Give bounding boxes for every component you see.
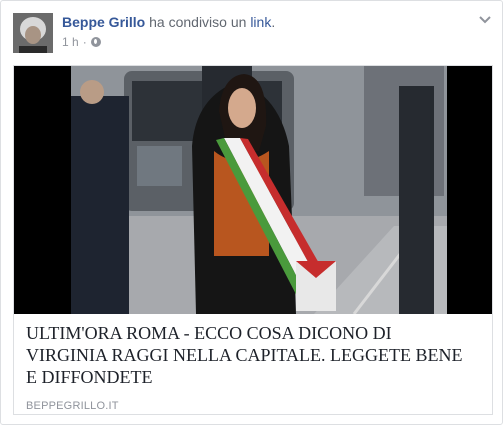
link-title[interactable]: ULTIM'ORA ROMA - ECCO COSA DICONO DI VIR… [26,322,466,388]
shared-link-text[interactable]: link [250,14,271,30]
globe-icon[interactable] [90,37,101,47]
link-preview[interactable]: ULTIM'ORA ROMA - ECCO COSA DICONO DI VIR… [13,65,493,415]
meta-separator: · [82,35,87,49]
avatar[interactable] [13,13,53,53]
feed-post: Beppe Grillo ha condiviso un link. 1 h · [0,0,503,425]
post-time[interactable]: 1 h [62,35,79,49]
post-header: Beppe Grillo ha condiviso un link. [62,14,275,30]
link-domain: BEPPEGRILLO.IT [26,400,119,412]
chevron-down-icon[interactable] [478,15,492,25]
link-preview-image[interactable] [14,66,492,314]
action-text: ha condiviso un [145,14,251,30]
post-meta: 1 h · [62,35,101,49]
action-end: . [271,14,276,30]
author-name[interactable]: Beppe Grillo [62,14,145,30]
